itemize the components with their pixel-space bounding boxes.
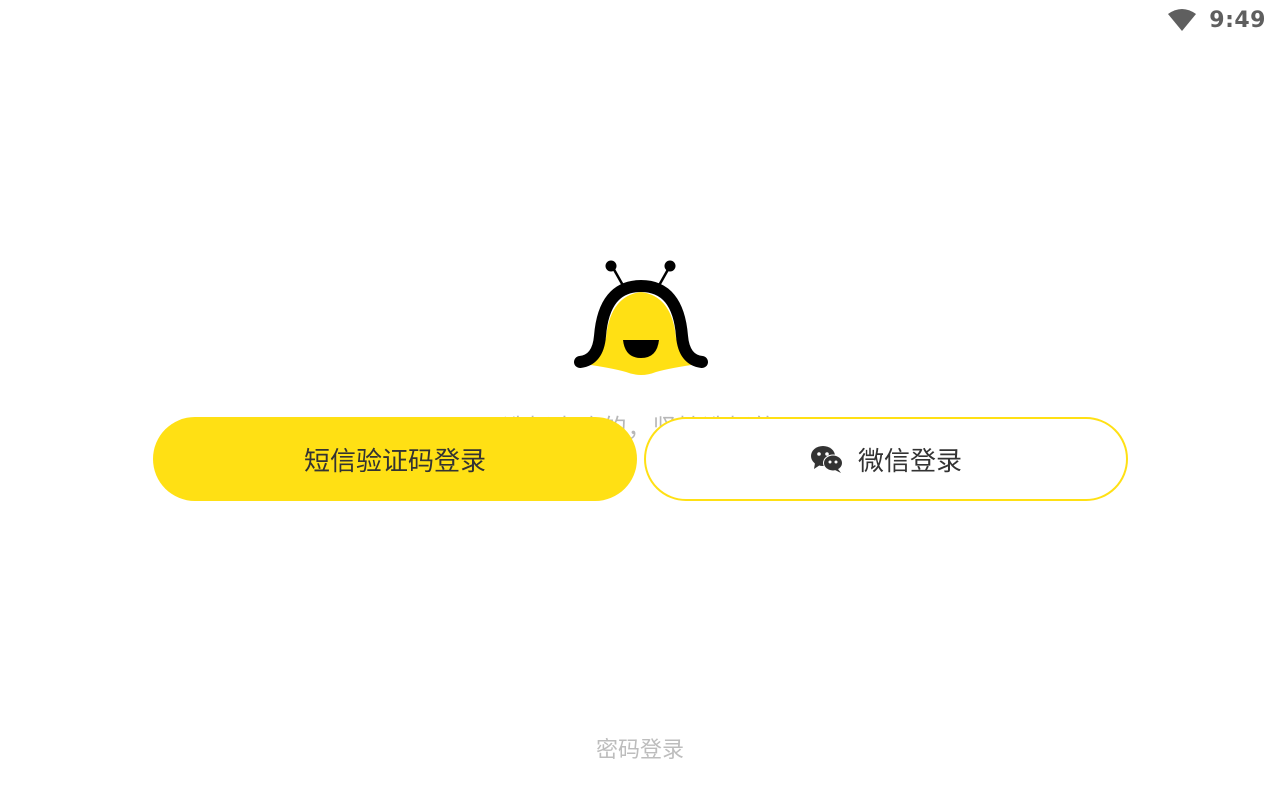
status-time: 9:49	[1209, 7, 1266, 33]
wifi-icon	[1167, 8, 1197, 32]
wechat-icon	[810, 444, 844, 474]
password-login-link[interactable]: 密码登录	[0, 732, 1280, 764]
sms-login-button[interactable]: 短信验证码登录	[153, 417, 637, 501]
bee-logo-icon	[570, 256, 712, 376]
sms-login-label: 短信验证码登录	[303, 446, 486, 477]
wechat-login-label: 微信登录	[857, 446, 962, 477]
wechat-login-button[interactable]: 微信登录	[644, 417, 1128, 501]
status-bar: 9:49	[1167, 0, 1280, 40]
login-screen: 9:49 选择喜欢的，坚持选择的 短信验证码登录 微信登录 密码登录	[0, 0, 1280, 800]
